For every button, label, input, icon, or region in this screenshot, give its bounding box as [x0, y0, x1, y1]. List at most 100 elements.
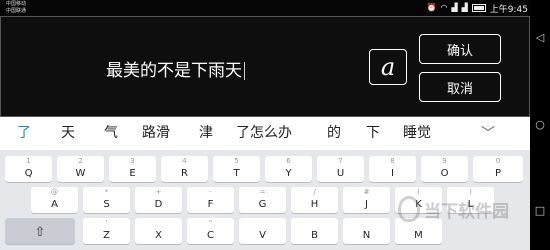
input-panel: 最美的不是下雨天 a 确认 取消: [0, 16, 530, 117]
key-label: T: [233, 168, 240, 179]
key-label: Y: [285, 168, 292, 179]
key-label: N: [362, 230, 371, 241]
input-field[interactable]: 最美的不是下雨天: [106, 59, 245, 83]
key-sub-label: 5: [234, 157, 239, 165]
key-label: S: [103, 199, 110, 210]
key-sub-label: 4: [182, 157, 187, 165]
signal-icon: ▟: [451, 3, 458, 12]
key-p[interactable]: 0P: [473, 156, 523, 182]
key-m[interactable]: M: [395, 218, 442, 244]
key-o[interactable]: 9O: [421, 156, 468, 182]
key-c[interactable]: " C: [187, 218, 234, 244]
key-sub-label: 8: [390, 157, 395, 165]
key-label: K: [415, 199, 422, 210]
status-bar: 中国移动 中国联通 ⏰ ◠ ▟ ▟ 上午9:45: [0, 0, 530, 16]
key-label: C: [207, 230, 214, 241]
key-sub-label: ): [469, 188, 472, 196]
back-icon[interactable]: ◁: [534, 32, 546, 44]
status-icons: ⏰ ◠ ▟ ▟ 上午9:45: [426, 2, 528, 15]
key-y[interactable]: 6Y: [265, 156, 312, 182]
candidate-item[interactable]: 了: [17, 117, 31, 150]
key-sub-label: 6: [286, 157, 291, 165]
candidate-item[interactable]: 睡觉: [403, 117, 431, 150]
key-g[interactable]: = G: [239, 187, 286, 213]
key-label: A: [51, 199, 58, 210]
candidate-item[interactable]: 津: [199, 117, 213, 150]
key-sub-label: 9: [442, 157, 447, 165]
status-time: 上午9:45: [489, 4, 528, 15]
key-q[interactable]: 1Q: [5, 156, 52, 182]
candidate-bar: 了 天 气 路滑 津 了怎么办 的 下 睡觉 ﹀: [0, 117, 530, 150]
key-s[interactable]: * S: [83, 187, 130, 213]
key-r[interactable]: 4R: [161, 156, 208, 182]
input-mode-button[interactable]: a: [369, 49, 407, 85]
key-n[interactable]: N: [343, 218, 390, 244]
carrier-name-1: 中国移动: [6, 1, 27, 7]
key-label: D: [154, 199, 163, 210]
key-h[interactable]: / H: [291, 187, 338, 213]
key-label: L: [467, 199, 474, 210]
recent-apps-icon[interactable]: □: [534, 205, 546, 217]
cancel-button[interactable]: 取消: [419, 72, 501, 102]
key-k[interactable]: (K: [395, 187, 442, 213]
wifi-icon: ◠: [440, 3, 448, 12]
key-sub-label: 1: [26, 157, 31, 165]
carrier-name-2: 中国联通: [6, 8, 27, 14]
key-sub-label: 0: [495, 157, 501, 165]
key-sub-label: *: [104, 188, 109, 196]
key-v[interactable]: V: [239, 218, 286, 244]
key-j[interactable]: # J: [343, 187, 390, 213]
home-icon[interactable]: ○: [534, 119, 546, 131]
key-sub-label: =: [259, 188, 266, 196]
battery-icon: [471, 4, 486, 12]
key-label: I: [391, 168, 394, 179]
key-l[interactable]: ) L: [447, 187, 494, 213]
key-sub-label: 3: [130, 157, 135, 165]
key-e[interactable]: 3E: [109, 156, 156, 182]
key-sub-label: @: [51, 188, 58, 196]
key-x[interactable]: X: [135, 218, 182, 244]
key-sub-label: 7: [338, 157, 343, 165]
key-label: P: [494, 168, 502, 179]
key-sub-label: -: [209, 188, 212, 196]
key-label: V: [259, 230, 266, 241]
key-sub-label: (: [417, 188, 420, 196]
key-a[interactable]: @ A: [31, 187, 78, 213]
key-label: U: [336, 168, 345, 179]
candidate-item[interactable]: 天: [61, 117, 75, 150]
key-label: B: [311, 230, 318, 241]
candidate-item[interactable]: 路滑: [142, 117, 170, 150]
key-w[interactable]: 2W: [57, 156, 104, 182]
shift-key[interactable]: ⇧: [5, 218, 75, 244]
key-u[interactable]: 7U: [317, 156, 364, 182]
key-label: R: [181, 168, 188, 179]
key-b[interactable]: B: [291, 218, 338, 244]
key-f[interactable]: -F: [187, 187, 234, 213]
confirm-button[interactable]: 确认: [419, 34, 501, 64]
key-label: W: [75, 168, 86, 179]
key-t[interactable]: 5T: [213, 156, 260, 182]
key-d[interactable]: + D: [135, 187, 182, 213]
key-label: H: [310, 199, 319, 210]
key-label: O: [440, 168, 449, 179]
key-label: Z: [103, 230, 110, 241]
candidate-item[interactable]: 的: [327, 117, 341, 150]
alarm-icon: ⏰: [426, 3, 437, 12]
key-sub-label: +: [155, 188, 162, 196]
key-z[interactable]: ' Z: [83, 218, 130, 244]
key-sub-label: #: [363, 188, 370, 196]
candidate-item[interactable]: 气: [104, 117, 118, 150]
key-label: Q: [24, 168, 33, 179]
key-label: F: [207, 199, 214, 210]
signal-icon: ▟: [461, 3, 468, 12]
key-label: X: [155, 230, 162, 241]
candidate-item[interactable]: 下: [366, 117, 380, 150]
key-i[interactable]: 8I: [369, 156, 416, 182]
chevron-down-icon[interactable]: ﹀: [481, 123, 495, 143]
text-cursor: [244, 62, 245, 80]
candidate-item[interactable]: 了怎么办: [236, 117, 292, 150]
key-sub-label: ": [208, 219, 213, 227]
navigation-bar: ◁ ○ □: [530, 0, 550, 250]
key-sub-label: 2: [78, 157, 83, 165]
key-sub-label: /: [313, 188, 316, 196]
